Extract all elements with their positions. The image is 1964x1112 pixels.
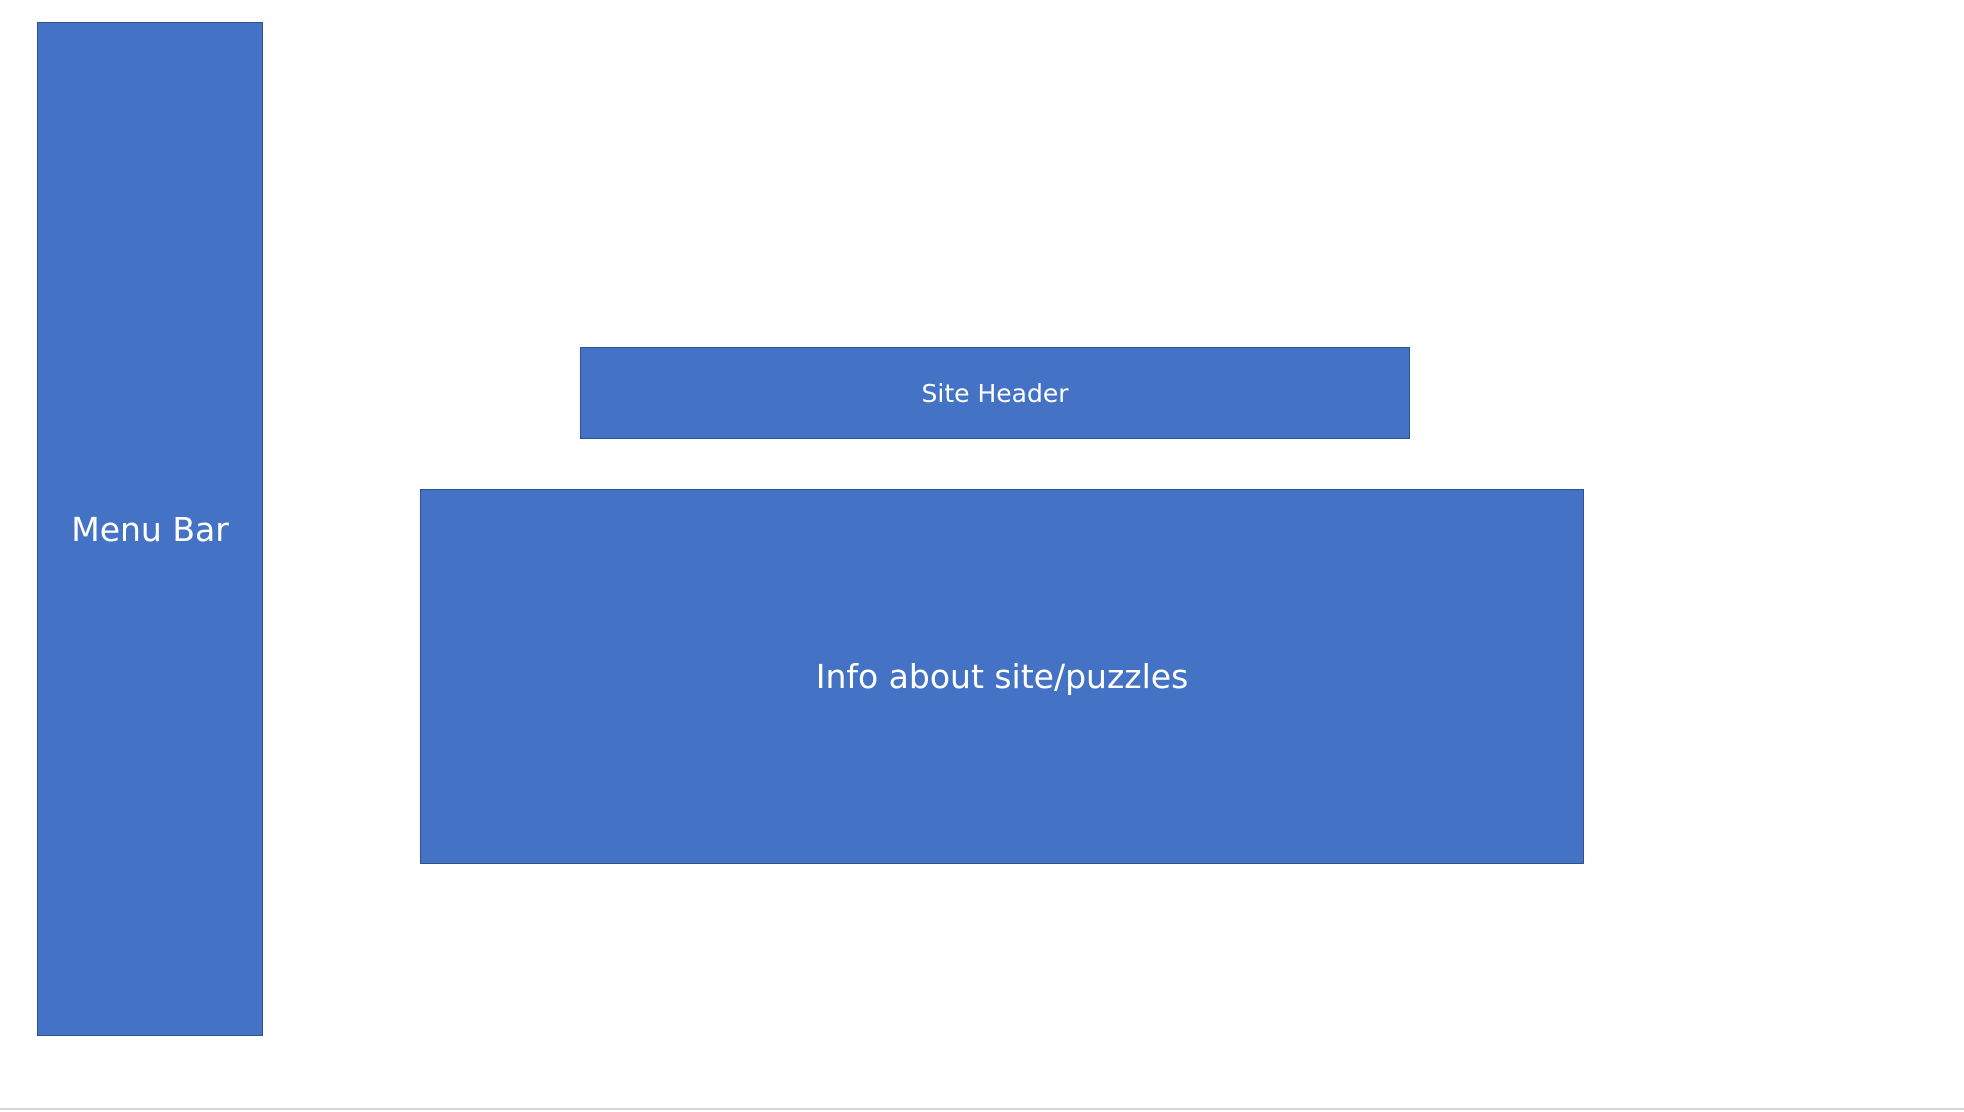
menu-bar-label: Menu Bar (71, 509, 229, 549)
site-header-block: Site Header (580, 347, 1410, 439)
site-header-label: Site Header (921, 378, 1069, 408)
menu-bar-block: Menu Bar (37, 22, 263, 1036)
bottom-divider (0, 1108, 1964, 1110)
info-label: Info about site/puzzles (815, 657, 1189, 696)
info-block: Info about site/puzzles (420, 489, 1584, 864)
